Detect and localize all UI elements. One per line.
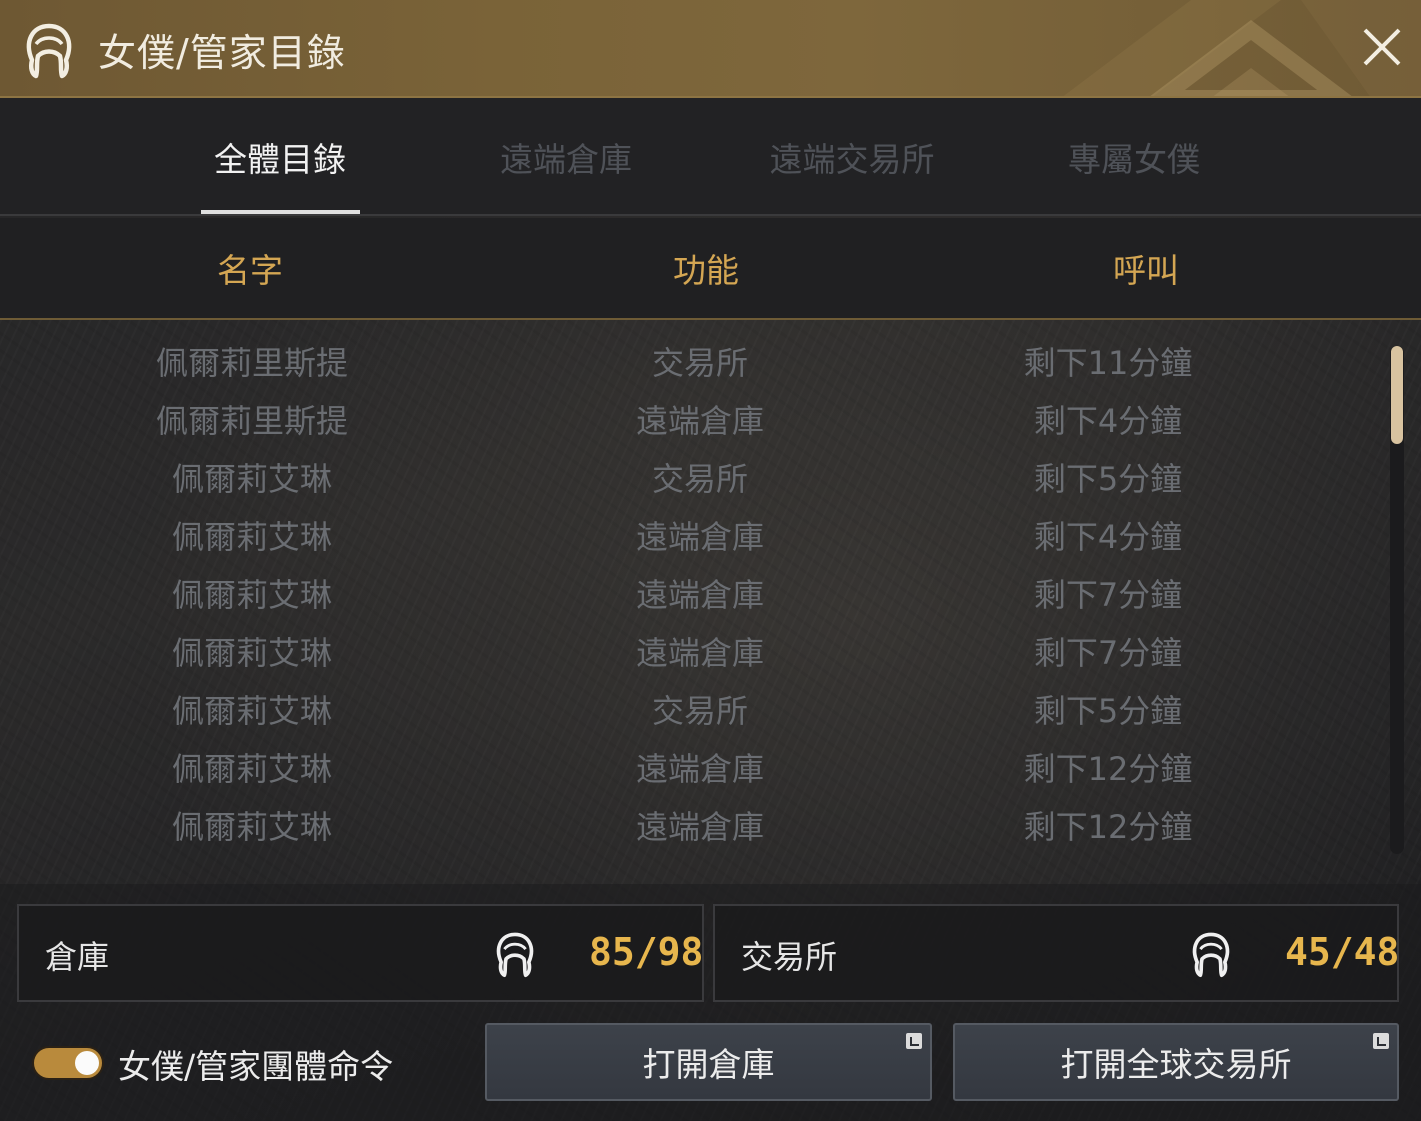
- external-link-icon: [1373, 1033, 1389, 1049]
- row-call[interactable]: 剩下12分鐘: [958, 796, 1258, 854]
- row-call[interactable]: 剩下12分鐘: [958, 738, 1258, 796]
- row-function: 交易所: [651, 460, 748, 498]
- maid-icon: [496, 932, 534, 978]
- table-header: 名字 功能 呼叫: [0, 218, 1421, 320]
- row-name: 佩爾莉艾琳: [171, 634, 332, 672]
- open-global-market-label: 打開全球交易所: [1060, 1045, 1292, 1084]
- row-name: 佩爾莉艾琳: [171, 518, 332, 556]
- table-row[interactable]: 佩爾莉艾琳 遠端倉庫 剩下12分鐘: [0, 796, 1380, 854]
- row-call[interactable]: 剩下5分鐘: [958, 680, 1258, 738]
- row-function: 遠端倉庫: [635, 634, 764, 672]
- table-row[interactable]: 佩爾莉艾琳 遠端倉庫 剩下12分鐘: [0, 738, 1380, 796]
- toggle-knob: [75, 1051, 99, 1075]
- row-call[interactable]: 剩下11分鐘: [958, 332, 1258, 390]
- market-count: 45/48: [1285, 930, 1400, 974]
- header-call[interactable]: 呼叫: [1046, 218, 1246, 318]
- row-name: 佩爾莉艾琳: [171, 808, 332, 846]
- group-command-label: 女僕/管家團體命令: [118, 1047, 394, 1086]
- warehouse-count: 85/98: [589, 930, 704, 974]
- maid-icon: [1192, 932, 1230, 978]
- table-row[interactable]: 佩爾莉艾琳 遠端倉庫 剩下4分鐘: [0, 506, 1380, 564]
- title-bar[interactable]: 女僕/管家目錄: [0, 0, 1421, 98]
- tab-all-list[interactable]: 全體目錄: [180, 98, 380, 216]
- row-call[interactable]: 剩下4分鐘: [958, 390, 1258, 448]
- close-icon[interactable]: [1357, 22, 1407, 72]
- table-row[interactable]: 佩爾莉艾琳 遠端倉庫 剩下7分鐘: [0, 622, 1380, 680]
- maid-icon: [26, 23, 72, 79]
- warehouse-count-box: 倉庫 85/98: [17, 904, 704, 1002]
- row-function: 遠端倉庫: [635, 808, 764, 846]
- row-name: 佩爾莉艾琳: [171, 576, 332, 614]
- tab-bar: 全體目錄 遠端倉庫 遠端交易所 專屬女僕: [0, 98, 1421, 216]
- row-call[interactable]: 剩下7分鐘: [958, 622, 1258, 680]
- row-function: 遠端倉庫: [635, 402, 764, 440]
- table-row[interactable]: 佩爾莉艾琳 遠端倉庫 剩下7分鐘: [0, 564, 1380, 622]
- row-function: 遠端倉庫: [635, 750, 764, 788]
- row-name: 佩爾莉里斯提: [155, 344, 348, 382]
- header-function[interactable]: 功能: [606, 218, 806, 318]
- market-count-box: 交易所 45/48: [713, 904, 1399, 1002]
- row-function: 遠端倉庫: [635, 518, 764, 556]
- table-row[interactable]: 佩爾莉艾琳 交易所 剩下5分鐘: [0, 448, 1380, 506]
- row-call[interactable]: 剩下5分鐘: [958, 448, 1258, 506]
- open-warehouse-button[interactable]: 打開倉庫: [485, 1023, 932, 1101]
- active-tab-indicator: [201, 210, 360, 214]
- table-row[interactable]: 佩爾莉艾琳 交易所 剩下5分鐘: [0, 680, 1380, 738]
- tab-remote-warehouse[interactable]: 遠端倉庫: [466, 98, 666, 216]
- row-call[interactable]: 剩下4分鐘: [958, 506, 1258, 564]
- row-function: 交易所: [651, 344, 748, 382]
- row-function: 遠端倉庫: [635, 576, 764, 614]
- group-command-toggle[interactable]: [32, 1046, 104, 1080]
- tab-exclusive-maid[interactable]: 專屬女僕: [1034, 98, 1234, 216]
- scrollbar-thumb[interactable]: [1391, 346, 1403, 444]
- warehouse-label: 倉庫: [45, 938, 110, 976]
- header-name[interactable]: 名字: [150, 218, 350, 318]
- maid-list-window: 女僕/管家目錄 全體目錄 遠端倉庫 遠端交易所 專屬女僕 名字 功能 呼叫 佩爾…: [0, 0, 1421, 1121]
- window-title: 女僕/管家目錄: [98, 31, 346, 75]
- table-row[interactable]: 佩爾莉里斯提 遠端倉庫 剩下4分鐘: [0, 390, 1380, 448]
- row-name: 佩爾莉艾琳: [171, 692, 332, 730]
- row-name: 佩爾莉艾琳: [171, 750, 332, 788]
- open-global-market-button[interactable]: 打開全球交易所: [953, 1023, 1399, 1101]
- row-function: 交易所: [651, 692, 748, 730]
- table-row[interactable]: 佩爾莉里斯提 交易所 剩下11分鐘: [0, 332, 1380, 390]
- tab-remote-market[interactable]: 遠端交易所: [740, 98, 964, 216]
- row-call[interactable]: 剩下7分鐘: [958, 564, 1258, 622]
- external-link-icon: [906, 1033, 922, 1049]
- market-label: 交易所: [741, 938, 838, 976]
- row-name: 佩爾莉艾琳: [171, 460, 332, 498]
- row-name: 佩爾莉里斯提: [155, 402, 348, 440]
- open-warehouse-label: 打開倉庫: [642, 1045, 775, 1084]
- maid-list: 佩爾莉里斯提 交易所 剩下11分鐘 佩爾莉里斯提 遠端倉庫 剩下4分鐘 佩爾莉艾…: [0, 332, 1380, 872]
